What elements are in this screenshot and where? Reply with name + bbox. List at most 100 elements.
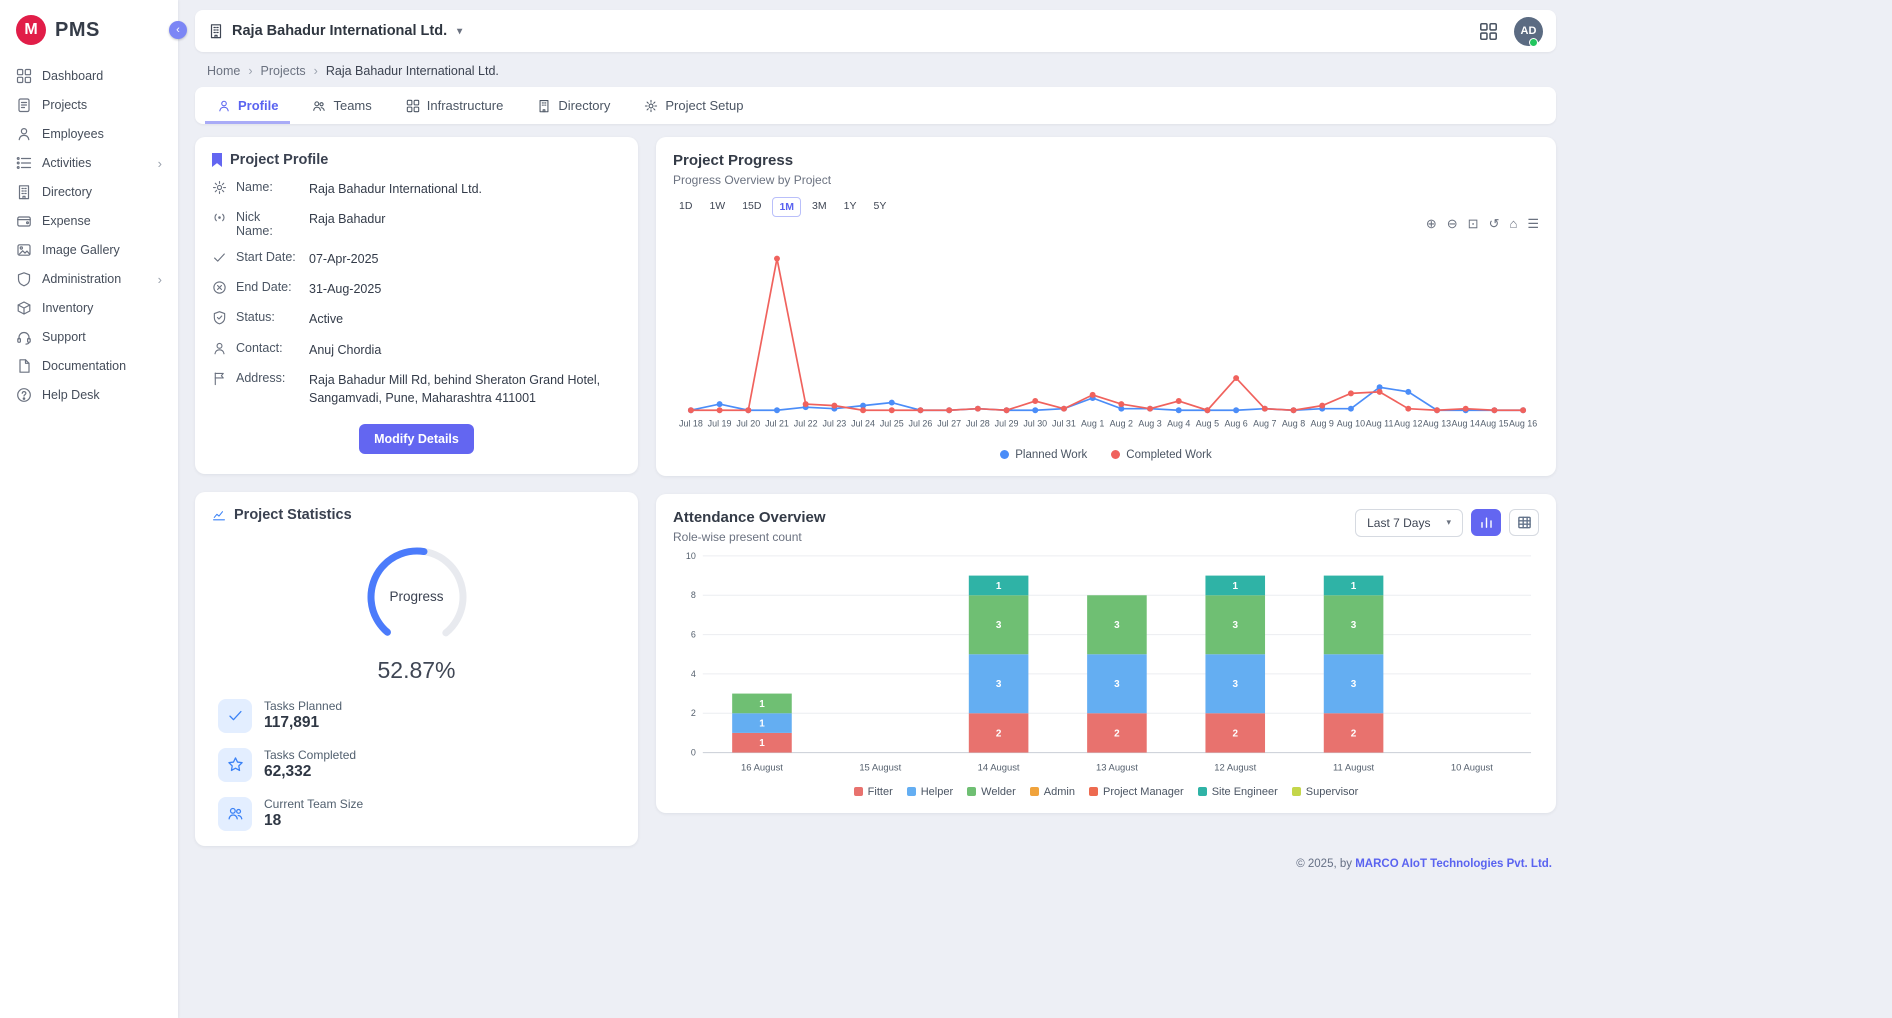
- user-avatar[interactable]: AD: [1514, 17, 1543, 46]
- company-link[interactable]: MARCO AIoT Technologies Pvt. Ltd.: [1355, 858, 1552, 870]
- tab-profile[interactable]: Profile: [205, 87, 290, 124]
- home-icon[interactable]: ⌂: [1509, 217, 1517, 233]
- svg-text:Jul 28: Jul 28: [966, 419, 990, 429]
- table-view-button[interactable]: [1509, 509, 1539, 536]
- breadcrumb: Home Projects Raja Bahadur International…: [195, 52, 1556, 87]
- tab-directory[interactable]: Directory: [525, 87, 622, 124]
- svg-text:10: 10: [686, 550, 696, 560]
- chart-view-button[interactable]: [1471, 509, 1501, 536]
- sidebar-item-activities[interactable]: Activities: [0, 149, 178, 177]
- svg-text:Jul 24: Jul 24: [851, 419, 875, 429]
- sidebar-item-label: Expense: [42, 214, 91, 228]
- legend-label: Welder: [981, 786, 1016, 798]
- tab-infrastructure[interactable]: Infrastructure: [394, 87, 516, 124]
- tab-label: Profile: [238, 98, 278, 113]
- apps-grid-icon[interactable]: [1479, 22, 1498, 41]
- sidebar-item-projects[interactable]: Projects: [0, 91, 178, 119]
- legend-swatch: [854, 787, 863, 796]
- svg-text:2: 2: [996, 728, 1002, 739]
- restore-icon[interactable]: ↺: [1489, 217, 1500, 233]
- field-value: Raja Bahadur Mill Rd, behind Sheraton Gr…: [309, 371, 609, 407]
- chart-line-icon: [212, 508, 226, 522]
- stat-label: Tasks Completed: [264, 748, 356, 762]
- copyright-text: © 2025, by: [1296, 858, 1352, 870]
- avatar-initials: AD: [1521, 25, 1537, 37]
- svg-text:Aug 15: Aug 15: [1480, 419, 1508, 429]
- sidebar-item-expense[interactable]: Expense: [0, 207, 178, 235]
- legend-project-manager[interactable]: Project Manager: [1089, 786, 1184, 798]
- range-1y-button[interactable]: 1Y: [838, 197, 863, 217]
- time-range-buttons: 1D 1W 15D 1M 3M 1Y 5Y: [673, 197, 1539, 217]
- range-3m-button[interactable]: 3M: [806, 197, 833, 217]
- range-5y-button[interactable]: 5Y: [867, 197, 892, 217]
- zoom-out-icon[interactable]: ⊖: [1447, 217, 1458, 233]
- sidebar-item-inventory[interactable]: Inventory: [0, 294, 178, 322]
- legend-label: Fitter: [868, 786, 893, 798]
- svg-text:1: 1: [1351, 580, 1357, 591]
- field-value: Active: [309, 310, 343, 328]
- svg-text:Aug 4: Aug 4: [1167, 419, 1190, 429]
- range-1m-button[interactable]: 1M: [772, 197, 801, 217]
- stat-value: 62,332: [264, 763, 356, 781]
- tab-project-setup[interactable]: Project Setup: [632, 87, 755, 124]
- range-15d-button[interactable]: 15D: [736, 197, 767, 217]
- svg-text:2: 2: [1351, 728, 1357, 739]
- legend-fitter[interactable]: Fitter: [854, 786, 893, 798]
- svg-text:3: 3: [1114, 620, 1120, 631]
- app-name: PMS: [55, 19, 100, 42]
- box-icon: [16, 300, 32, 316]
- project-profile-card: Project Profile Name: Raja Bahadur Inter…: [195, 137, 638, 474]
- svg-text:Aug 6: Aug 6: [1224, 419, 1247, 429]
- sidebar-collapse-button[interactable]: ‹: [169, 21, 187, 39]
- field-label: End Date:: [236, 280, 300, 294]
- sidebar-item-label: Support: [42, 330, 86, 344]
- profile-field-address: Address: Raja Bahadur Mill Rd, behind Sh…: [212, 371, 621, 407]
- modify-details-button[interactable]: Modify Details: [359, 424, 474, 454]
- legend-helper[interactable]: Helper: [907, 786, 953, 798]
- profile-field-start-date: Start Date: 07-Apr-2025: [212, 250, 621, 268]
- stat-value: 117,891: [264, 714, 342, 732]
- stat-team-size: Current Team Size 18: [212, 797, 621, 831]
- sidebar-item-directory[interactable]: Directory: [0, 178, 178, 206]
- person-icon: [212, 341, 227, 356]
- legend-supervisor[interactable]: Supervisor: [1292, 786, 1359, 798]
- breadcrumb-home[interactable]: Home: [207, 64, 240, 78]
- circle-x-icon: [212, 280, 227, 295]
- svg-text:16 August: 16 August: [741, 761, 783, 772]
- company-selector[interactable]: Raja Bahadur International Ltd.: [208, 23, 462, 39]
- range-1w-button[interactable]: 1W: [703, 197, 731, 217]
- person-icon: [16, 126, 32, 142]
- legend-completed-work[interactable]: Completed Work: [1111, 449, 1211, 461]
- sidebar-item-support[interactable]: Support: [0, 323, 178, 351]
- field-value: 07-Apr-2025: [309, 250, 379, 268]
- legend-planned-work[interactable]: Planned Work: [1000, 449, 1087, 461]
- range-1d-button[interactable]: 1D: [673, 197, 698, 217]
- svg-text:Aug 1: Aug 1: [1081, 419, 1104, 429]
- svg-text:Aug 10: Aug 10: [1337, 419, 1365, 429]
- zoom-select-icon[interactable]: ⊡: [1468, 217, 1479, 233]
- svg-text:0: 0: [691, 747, 696, 757]
- legend-site-engineer[interactable]: Site Engineer: [1198, 786, 1278, 798]
- legend-swatch: [967, 787, 976, 796]
- person-icon: [217, 99, 231, 113]
- app-logo[interactable]: M PMS: [0, 0, 178, 58]
- date-range-select[interactable]: Last 7 Days: [1355, 509, 1463, 537]
- stat-tasks-planned: Tasks Planned 117,891: [212, 699, 621, 733]
- sidebar-item-dashboard[interactable]: Dashboard: [0, 62, 178, 90]
- legend-admin[interactable]: Admin: [1030, 786, 1075, 798]
- svg-text:Jul 21: Jul 21: [765, 419, 789, 429]
- svg-text:3: 3: [1351, 679, 1357, 690]
- sidebar-item-administration[interactable]: Administration: [0, 265, 178, 293]
- building-icon: [16, 184, 32, 200]
- sidebar-item-image-gallery[interactable]: Image Gallery: [0, 236, 178, 264]
- sidebar-item-documentation[interactable]: Documentation: [0, 352, 178, 380]
- zoom-in-icon[interactable]: ⊕: [1426, 217, 1437, 233]
- breadcrumb-projects[interactable]: Projects: [261, 64, 306, 78]
- tab-teams[interactable]: Teams: [300, 87, 383, 124]
- legend-welder[interactable]: Welder: [967, 786, 1016, 798]
- sidebar-item-employees[interactable]: Employees: [0, 120, 178, 148]
- menu-icon[interactable]: ☰: [1527, 217, 1539, 233]
- sidebar-item-help-desk[interactable]: Help Desk: [0, 381, 178, 409]
- sidebar-item-label: Inventory: [42, 301, 93, 315]
- legend-dot: [1111, 450, 1120, 459]
